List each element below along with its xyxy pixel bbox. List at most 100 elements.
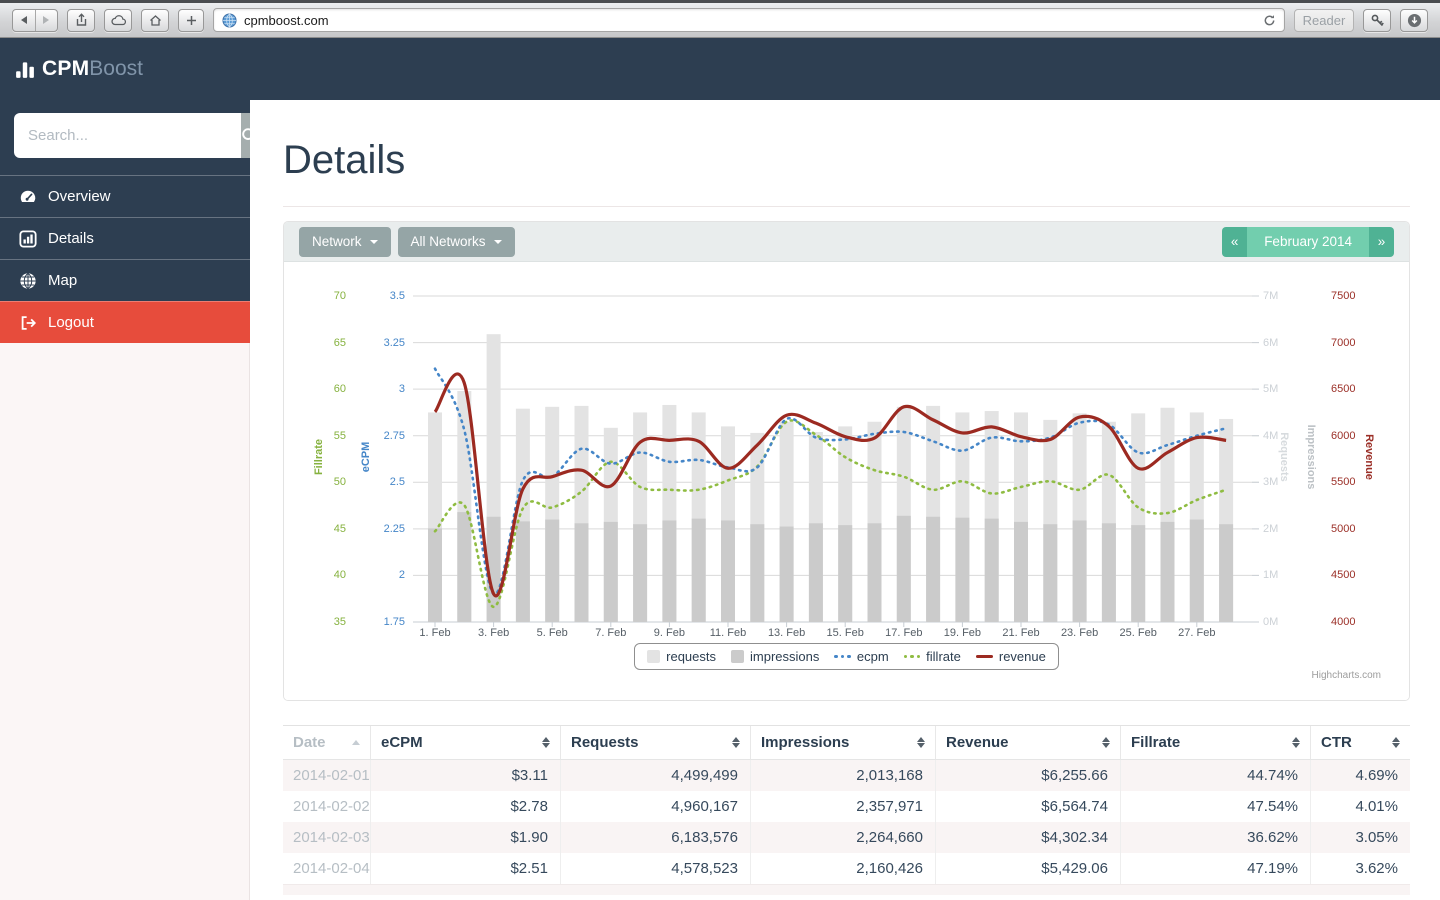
app-navbar: CPMBoost [0,38,1440,100]
table-cell: 47.54% [1120,791,1310,822]
impressions-bar [1101,523,1116,622]
volume-axis-tick-label: 6M [1263,336,1279,349]
site-favicon-globe [222,12,237,28]
revenue-axis-tick: 6500 [1331,383,1356,396]
forward-button[interactable] [34,9,58,31]
revenue-axis-title: Revenue [1363,434,1375,480]
table-header-row: Date eCPM Requests Impressions Revenue Fillra… [283,726,1410,760]
address-bar[interactable]: cpmboost.com [213,8,1285,32]
brand-logo[interactable]: CPMBoost [15,57,143,81]
sort-icon [917,737,925,748]
new-tab-button[interactable] [178,8,204,32]
table-cell: 2014-02-02 [293,798,370,815]
table-header-date[interactable]: Date [283,726,370,760]
all-networks-dropdown[interactable]: All Networks [397,226,515,257]
legend-label: fillrate [926,649,961,664]
table-header-ctr[interactable]: CTR [1310,726,1410,760]
downloads-button[interactable] [1400,8,1428,32]
brand-name-bold: CPM [42,57,90,80]
current-month-label[interactable]: February 2014 [1247,226,1369,257]
legend-item-fillrate[interactable]: fillrate [903,649,961,664]
volume-axis-tick-label: 7M [1263,290,1279,302]
x-axis-label: 13. Feb [767,627,806,639]
table-cell: 4.69% [1310,760,1410,791]
impressions-axis-title: Impressions [1305,424,1317,490]
revenue-axis-tick: 6000 [1331,429,1356,442]
refresh-icon[interactable] [1263,14,1276,27]
impressions-bar [428,528,442,622]
legend-label: revenue [998,649,1046,664]
share-button[interactable] [67,8,95,32]
x-axis-label: 9. Feb [653,627,685,639]
impressions-bar [574,523,589,622]
table-cell: 2014-02-03 [283,822,370,853]
legend-label: requests [666,649,717,664]
url-text: cpmboost.com [244,12,329,28]
icloud-button[interactable] [104,8,132,32]
table-cell: 36.62% [1120,822,1310,853]
chevron-down-icon [493,239,502,244]
column-label: eCPM [381,734,423,751]
back-button[interactable] [13,10,35,31]
legend-item-ecpm[interactable]: ecpm [834,649,889,664]
column-label: Revenue [946,734,1009,751]
column-label: CTR [1321,734,1352,751]
sort-icon [1292,737,1300,748]
data-table: Date eCPM Requests Impressions Revenue Fillra… [283,725,1410,895]
password-key-button[interactable] [1363,8,1391,32]
table-cell: $5,429.06 [935,853,1120,884]
table-cell: $2.51 [370,853,560,884]
table-cell: 3.05% [1310,822,1410,853]
legend-label: ecpm [856,649,889,664]
table-header-ecpm[interactable]: eCPM [370,726,560,760]
network-dropdown[interactable]: Network [299,226,391,257]
legend-swatch-requests [647,650,661,663]
prev-month-button[interactable]: « [1222,226,1248,257]
legend-swatch-revenue [975,655,993,658]
home-button[interactable] [141,8,169,32]
x-axis-label: 15. Feb [826,627,864,639]
volume-axis-tick-label: 0M [1263,616,1279,628]
legend-item-requests[interactable]: requests [647,649,716,664]
chevron-down-icon [369,239,378,244]
fillrate-axis-title: Fillrate [313,438,325,476]
gauge-icon [20,190,36,202]
volume-axis-tick-label: 2M [1263,522,1279,535]
plus-icon [186,15,196,25]
impressions-bar [984,518,999,622]
next-month-button[interactable]: » [1369,226,1394,257]
highcharts-credit[interactable]: Highcharts.com [1312,670,1381,681]
revenue-axis-tick: 7000 [1331,336,1356,349]
revenue-axis-tick: 5500 [1331,476,1356,489]
table-header-requests[interactable]: Requests [560,726,750,760]
table-cell: 2,013,168 [750,760,935,791]
ecpm-axis-tick: 1.75 [383,616,405,628]
table-header-revenue[interactable]: Revenue [935,726,1120,760]
sidebar-item-details[interactable]: Details [0,217,250,259]
x-axis-label: 21. Feb [1002,627,1040,639]
table-header-impressions[interactable]: Impressions [750,726,935,760]
reader-button[interactable]: Reader [1294,8,1354,32]
table-header-fillrate[interactable]: Fillrate [1120,726,1310,760]
column-label: Fillrate [1131,734,1181,751]
table-row: 2014-02-04 $2.51 4,578,523 2,160,426 $5,429.… [283,853,1410,884]
table-cell: 4,499,499 [560,760,750,791]
logout-icon [21,315,37,330]
sidebar-item-logout[interactable]: Logout [0,301,250,343]
legend-item-impressions[interactable]: impressions [731,649,819,664]
x-axis-label: 1. Feb [419,627,451,639]
legend-label: impressions [750,649,820,664]
sidebar-item-label: Logout [48,314,94,331]
table-row-partial [283,884,1410,895]
table-cell: 4,960,167 [560,791,750,822]
legend-swatch-impressions [731,650,745,663]
legend-item-revenue[interactable]: revenue [975,649,1046,664]
x-axis-label: 5. Feb [536,627,568,639]
sidebar-item-map[interactable]: Map [0,259,250,301]
impressions-bar [750,524,765,622]
table-cell: 2,160,426 [750,853,935,884]
sidebar-item-overview[interactable]: Overview [0,175,250,217]
impressions-bar [1014,521,1028,622]
search-input[interactable] [14,113,241,158]
ecpm-axis-tick: 2.25 [383,522,405,535]
